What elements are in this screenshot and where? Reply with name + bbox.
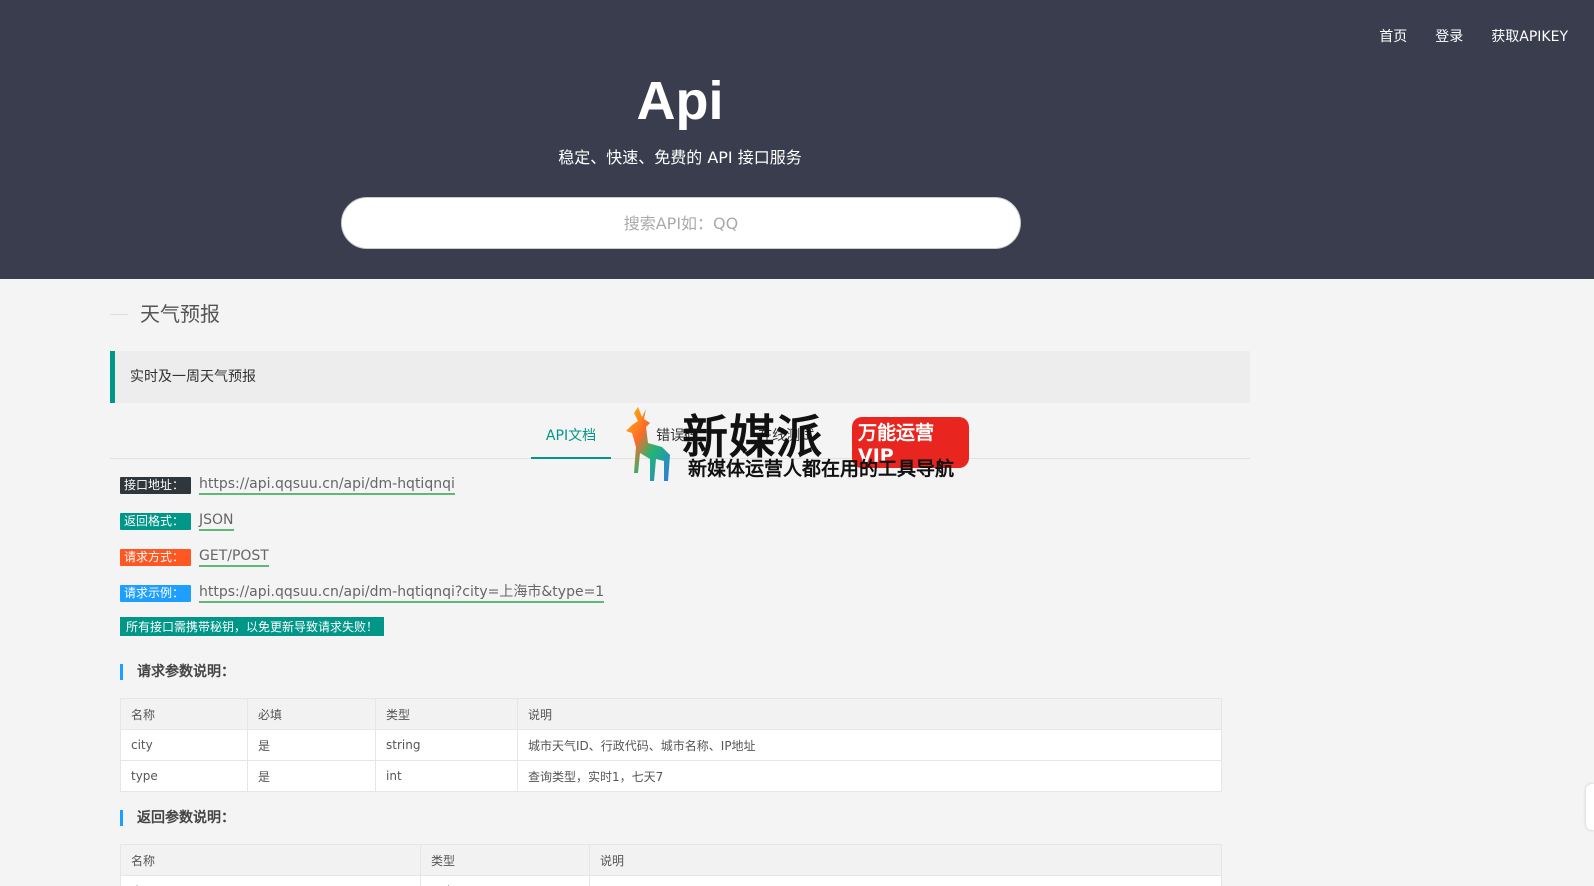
nav-get-apikey[interactable]: 获取APIKEY	[1491, 26, 1568, 46]
search-box	[341, 197, 1021, 249]
notice-row: 所有接口需携带秘钥，以免更新导致请求失败！	[120, 611, 1250, 636]
col-description: 说明	[517, 698, 1222, 730]
example-row: 请求示例： https://api.qqsuu.cn/api/dm-hqtiqn…	[120, 575, 1250, 611]
method-badge: 请求方式：	[120, 548, 191, 566]
param-description: 日期	[589, 875, 1222, 886]
col-name: 名称	[120, 844, 421, 876]
param-name: date	[120, 875, 421, 886]
endpoint-row: 接口地址： https://api.qqsuu.cn/api/dm-hqtiqn…	[120, 467, 1250, 503]
format-badge: 返回格式：	[120, 512, 191, 530]
param-description: 查询类型，实时1，七天7	[517, 760, 1222, 792]
api-description: 实时及一周天气预报	[110, 351, 1250, 403]
param-type: int	[375, 760, 518, 792]
param-name: city	[120, 729, 248, 761]
param-required: 是	[247, 760, 376, 792]
request-params-title: 请求参数说明：	[120, 664, 1250, 680]
method-link[interactable]: GET/POST	[199, 547, 269, 567]
side-float-tab[interactable]	[1586, 784, 1594, 830]
col-description: 说明	[589, 844, 1222, 876]
method-row: 请求方式： GET/POST	[120, 539, 1250, 575]
format-link[interactable]: JSON	[199, 511, 234, 531]
col-name: 名称	[120, 698, 248, 730]
api-info: 接口地址： https://api.qqsuu.cn/api/dm-hqtiqn…	[110, 467, 1250, 636]
tab-online-test[interactable]: 在线测试	[743, 417, 829, 459]
table-header-row: 名称 类型 说明	[120, 844, 1222, 876]
table-row: date string 日期	[120, 875, 1222, 886]
param-type: string	[375, 729, 518, 761]
table-header-row: 名称 必填 类型 说明	[120, 698, 1222, 730]
site-brand: Api	[636, 71, 724, 131]
search-input[interactable]	[342, 213, 1020, 233]
tab-api-docs[interactable]: API文档	[530, 417, 612, 459]
col-type: 类型	[375, 698, 518, 730]
doc-tabs: API文档 错误码 在线测试	[110, 417, 1250, 459]
param-type: string	[420, 875, 590, 886]
format-row: 返回格式： JSON	[120, 503, 1250, 539]
col-type: 类型	[420, 844, 590, 876]
param-required: 是	[247, 729, 376, 761]
site-tagline: 稳定、快速、免费的 API 接口服务	[558, 148, 802, 167]
endpoint-link[interactable]: https://api.qqsuu.cn/api/dm-hqtiqnqi	[199, 475, 455, 495]
col-required: 必填	[247, 698, 376, 730]
param-name: type	[120, 760, 248, 792]
hero-header: 首页 登录 获取APIKEY Api 稳定、快速、免费的 API 接口服务	[0, 0, 1594, 279]
example-badge: 请求示例：	[120, 584, 191, 602]
tab-error-codes[interactable]: 错误码	[641, 417, 713, 459]
main-content: 天气预报 实时及一周天气预报 API文档 错误码 在线测试 接口地址： http…	[110, 279, 1250, 886]
example-link[interactable]: https://api.qqsuu.cn/api/dm-hqtiqnqi?cit…	[199, 583, 605, 603]
table-row: type 是 int 查询类型，实时1，七天7	[120, 760, 1222, 792]
nav-home[interactable]: 首页	[1379, 26, 1407, 46]
response-params-title: 返回参数说明：	[120, 810, 1250, 826]
apikey-notice: 所有接口需携带秘钥，以免更新导致请求失败！	[120, 617, 385, 636]
table-row: city 是 string 城市天气ID、行政代码、城市名称、IP地址	[120, 729, 1222, 761]
param-description: 城市天气ID、行政代码、城市名称、IP地址	[517, 729, 1222, 761]
top-nav: 首页 登录 获取APIKEY	[1379, 26, 1568, 46]
api-title: 天气预报	[110, 299, 1250, 329]
request-params-table: 名称 必填 类型 说明 city 是 string 城市天气ID、行政代码、城市…	[120, 698, 1222, 792]
response-params-table: 名称 类型 说明 date string 日期	[120, 844, 1222, 886]
endpoint-badge: 接口地址：	[120, 476, 191, 494]
nav-login[interactable]: 登录	[1435, 26, 1463, 46]
